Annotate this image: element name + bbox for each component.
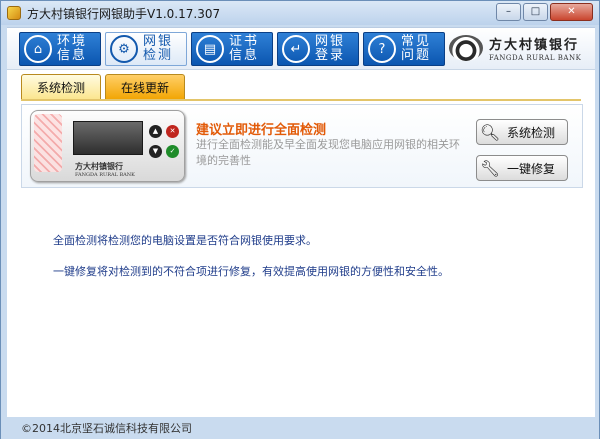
info-line-check: 全面检测将检测您的电脑设置是否符合网银使用要求。 [53,234,317,247]
bank-name-en: FANGDA RURAL BANK [489,54,582,62]
nav-item-bank-login[interactable]: ↵ 网银登录 [277,32,359,66]
status-bar: ©2014北京坚石诚信科技有限公司 [1,419,599,439]
device-down-icon: ▼ [149,145,162,158]
nav-item-bank-check[interactable]: ⚙ 网银检测 [105,32,187,66]
nav-item-label: 证书信息 [229,34,260,63]
usb-key-image: ▲ ✕ ▼ ✓ 方大村镇银行 FANGDA RURAL BANK [30,110,185,182]
nav-item-label: 常见问题 [401,34,432,63]
content-area: 系统检测 在线更新 ▲ ✕ ▼ ✓ 方大村镇银行 FANGDA RURAL BA… [7,69,595,417]
nav-item-label: 网银登录 [315,34,346,63]
copyright-text: ©2014北京坚石诚信科技有限公司 [21,422,192,435]
one-click-fix-button[interactable]: 🔧︎ 一键修复 [476,155,568,181]
wrench-icon: 🔧︎ [479,158,501,178]
certificate-icon: ▤ [196,35,224,63]
device-sublabel: FANGDA RURAL BANK [75,172,135,178]
tab-bar: 系统检测 在线更新 [21,74,185,100]
login-icon: ↵ [282,35,310,63]
home-icon: ⌂ [24,35,52,63]
one-click-fix-label: 一键修复 [507,161,556,176]
device-ok-icon: ✓ [166,145,179,158]
info-line-fix: 一键修复将对检测到的不符合项进行修复，有效提高使用网银的方便性和安全性。 [53,265,449,278]
close-button[interactable]: ✕ [550,3,593,21]
tab-online-update[interactable]: 在线更新 [105,74,185,100]
magnifier-icon: 🔍︎ [479,122,501,142]
device-cancel-icon: ✕ [166,125,179,138]
tab-divider [21,99,581,101]
system-check-label: 系统检测 [507,125,556,140]
panel-description: 进行全面检测能及早全面发现您电脑应用网银的相关环境的完善性 [196,138,460,167]
nav-bar: ⌂ 环境信息 ⚙ 网银检测 ▤ 证书信息 ↵ 网银登录 ? 常见问题 [19,32,445,66]
nav-item-label: 环境信息 [57,34,88,63]
tab-system-check[interactable]: 系统检测 [21,74,101,100]
nav-item-environment-info[interactable]: ⌂ 环境信息 [19,32,101,66]
bank-name: 方大村镇银行 FANGDA RURAL BANK [489,34,581,62]
device-up-icon: ▲ [149,125,162,138]
nav-item-certificate-info[interactable]: ▤ 证书信息 [191,32,273,66]
help-icon: ? [368,35,396,63]
system-check-button[interactable]: 🔍︎ 系统检测 [476,119,568,145]
device-label: 方大村镇银行 [75,161,123,171]
bank-name-cn: 方大村镇银行 [489,38,580,53]
bank-emblem-icon [449,35,483,61]
bank-logo: 方大村镇银行 FANGDA RURAL BANK [449,34,581,62]
check-panel: ▲ ✕ ▼ ✓ 方大村镇银行 FANGDA RURAL BANK 建议立即进行全… [21,104,583,188]
title-bar[interactable]: 方大村镇银行网银助手V1.0.17.307 – □ ✕ [1,1,599,25]
nav-item-label: 网银检测 [143,34,174,63]
main-toolbar: ⌂ 环境信息 ⚙ 网银检测 ▤ 证书信息 ↵ 网银登录 ? 常见问题 方大村镇银… [7,27,595,69]
window-title: 方大村镇银行网银助手V1.0.17.307 [27,6,221,21]
maximize-button[interactable]: □ [523,3,548,21]
window-controls: – □ ✕ [496,3,593,21]
device-screen [73,121,143,155]
app-icon [7,6,21,20]
cog-icon: ⚙ [110,35,138,63]
device-decoration [34,114,62,172]
nav-item-faq[interactable]: ? 常见问题 [363,32,445,66]
app-window: 方大村镇银行网银助手V1.0.17.307 – □ ✕ ⌂ 环境信息 ⚙ 网银检… [0,0,600,439]
minimize-button[interactable]: – [496,3,521,21]
panel-title: 建议立即进行全面检测 [196,123,327,138]
